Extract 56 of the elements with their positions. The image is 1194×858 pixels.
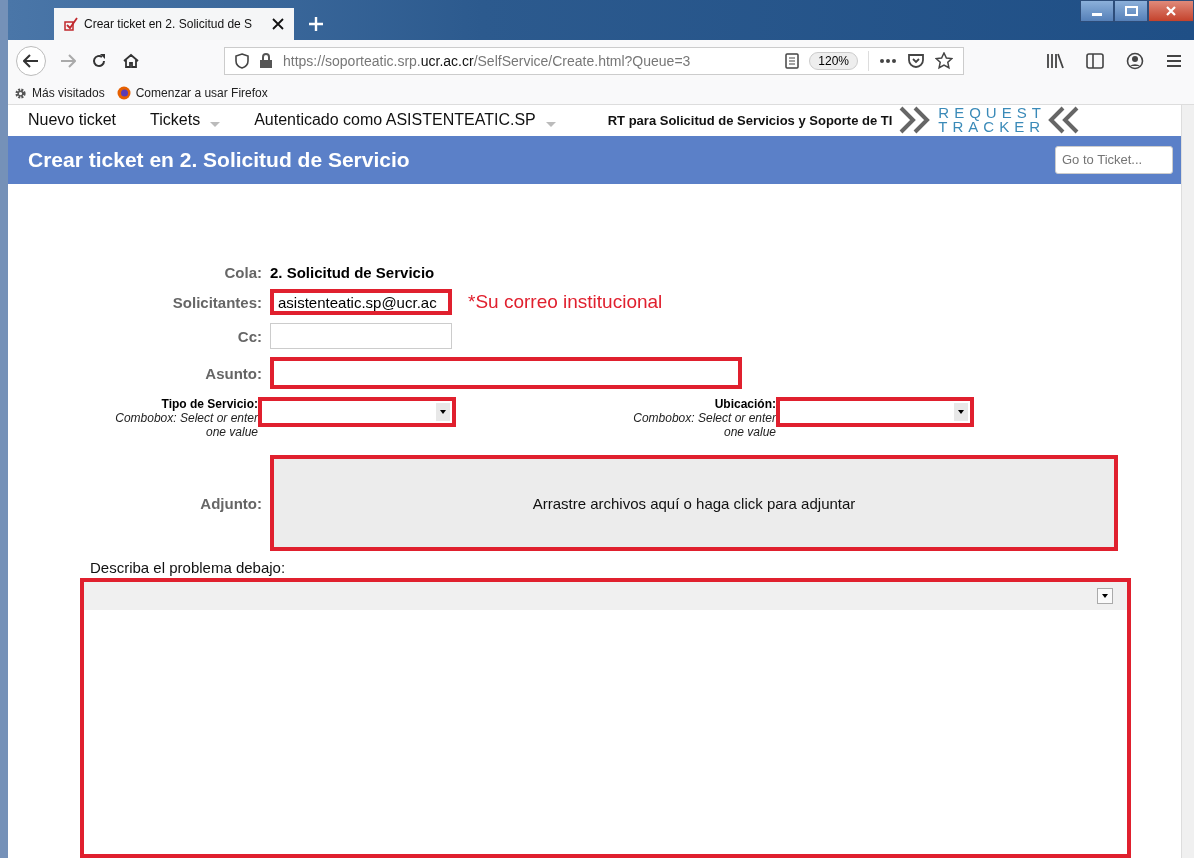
field-hint: Combobox: Select or enter one value <box>632 411 776 439</box>
zoom-badge[interactable]: 120% <box>809 52 858 70</box>
maximize-button[interactable] <box>1114 0 1148 22</box>
back-button[interactable] <box>16 46 46 76</box>
field-label: Adjunto: <box>199 494 262 512</box>
sidebar-icon[interactable] <box>1086 53 1104 69</box>
field-hint: Combobox: Select or enter one value <box>114 411 258 439</box>
page-title: Crear ticket en 2. Solicitud de Servicio <box>28 147 410 172</box>
file-drop-zone[interactable]: Arrastre archivos aquí o haga click para adjuntar <box>270 455 1118 551</box>
close-icon <box>1166 6 1176 16</box>
browser-tab[interactable]: Crear ticket en 2. Solicitud de S <box>54 8 294 40</box>
back-arrow-icon <box>23 54 39 68</box>
request-tracker-logo: REQUEST TRACKER <box>898 105 1080 136</box>
shield-icon <box>235 53 249 69</box>
text-editor[interactable] <box>80 578 1131 858</box>
library-icon[interactable] <box>1046 53 1064 69</box>
minimize-button[interactable] <box>1080 0 1114 22</box>
tab-title: Crear ticket en 2. Solicitud de S <box>84 17 254 31</box>
close-icon[interactable] <box>272 18 284 30</box>
reload-icon[interactable] <box>90 52 108 70</box>
combo-box[interactable] <box>258 397 456 427</box>
input-field[interactable] <box>270 357 742 389</box>
field-label: Asunto: <box>204 364 262 382</box>
pocket-icon[interactable] <box>907 53 925 69</box>
field-label: Describa el problema debajo: <box>90 559 287 576</box>
input-field[interactable]: asistenteatic.sp@ucr.ac <box>270 289 452 315</box>
search-field[interactable]: Go to Ticket... <box>1055 145 1173 174</box>
plus-icon[interactable] <box>308 16 324 32</box>
field-label: Cc: <box>236 327 262 345</box>
menu-icon[interactable] <box>1166 54 1182 68</box>
account-icon[interactable] <box>1126 52 1144 70</box>
field-label: Tipo de Servicio: <box>161 397 258 411</box>
site-title: RT para Solicitud de Servicios y Soporte de TI <box>607 112 893 128</box>
scrollbar[interactable] <box>1181 105 1194 858</box>
checkbox-icon <box>64 17 78 31</box>
field-label: Ubicación: <box>714 397 776 411</box>
lock-icon <box>259 53 273 69</box>
gear-icon <box>14 86 27 100</box>
address-bar[interactable]: https://soporteatic.srp.ucr.ac.cr/SelfService/Create.html?Queue=3 120% <box>224 47 964 75</box>
hint-note: *Su correo institucional <box>468 291 663 313</box>
nav-menu-item[interactable]: Autenticado como ASISTENTEATIC.SP <box>254 111 556 130</box>
bookmark-label: Comenzar a usar Firefox <box>135 86 268 100</box>
nav-menu-item[interactable]: Nuevo ticket <box>28 111 117 130</box>
url-text: https://soporteatic.srp.ucr.ac.cr/SelfService/Create.html?Queue=3 <box>283 53 692 69</box>
nav-menu-item[interactable]: Tickets <box>150 111 221 130</box>
browser-logo-icon <box>116 86 131 100</box>
field-label: Solicitantes: <box>171 293 262 311</box>
field-label: Cola: <box>223 264 262 281</box>
close-button[interactable] <box>1148 0 1194 22</box>
home-icon[interactable] <box>122 52 140 70</box>
reader-icon[interactable] <box>785 53 800 69</box>
more-icon[interactable] <box>879 58 897 64</box>
star-icon[interactable] <box>935 52 953 70</box>
combo-box[interactable] <box>776 397 974 427</box>
queue-value: 2. Solicitud de Servicio <box>270 264 435 281</box>
bookmark-label: Más visitados <box>32 86 105 100</box>
